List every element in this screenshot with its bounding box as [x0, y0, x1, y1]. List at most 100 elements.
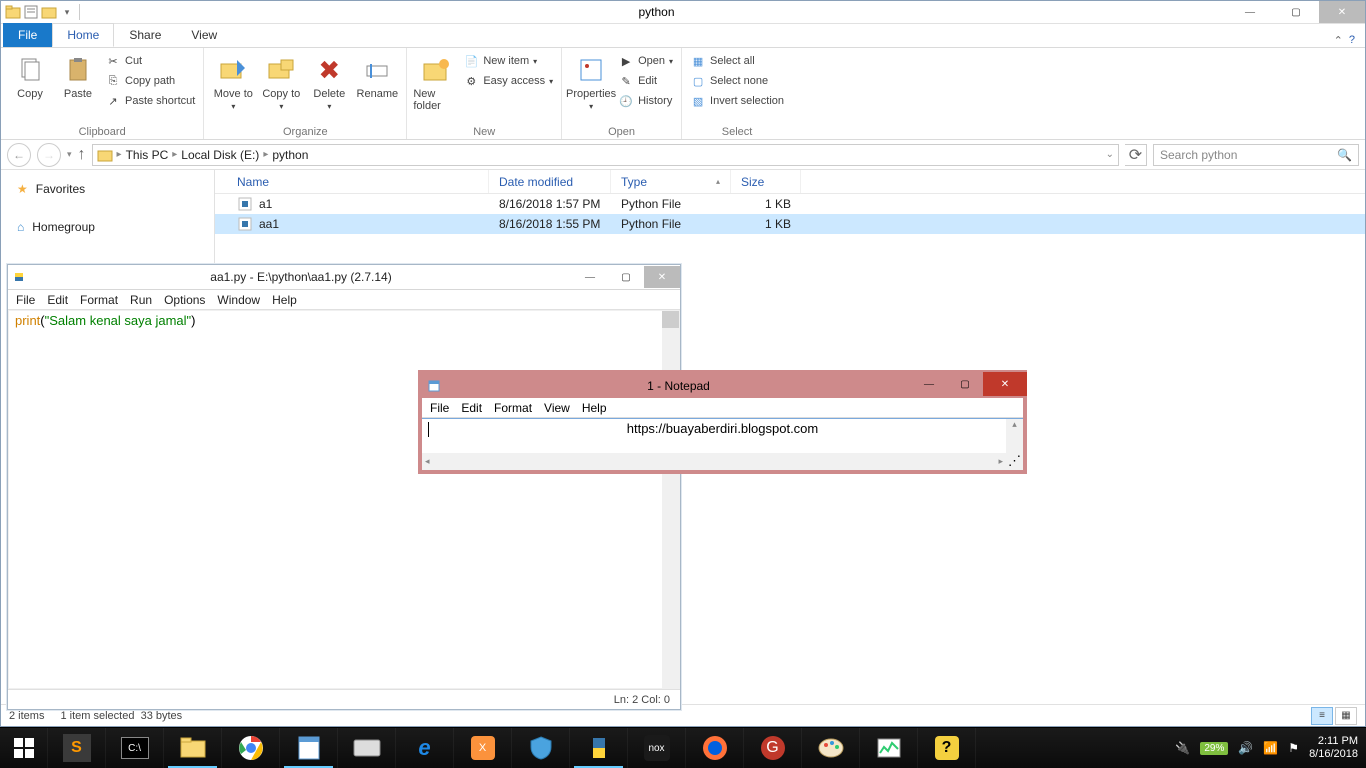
properties-icon[interactable] — [23, 4, 39, 20]
menu-edit[interactable]: Edit — [461, 401, 482, 415]
sidebar-item-favorites[interactable]: ★Favorites — [1, 178, 214, 200]
taskbar-app-garena[interactable]: G — [744, 728, 802, 768]
new-folder-button[interactable]: New folder — [413, 50, 459, 112]
file-row[interactable]: a1 8/16/2018 1:57 PM Python File 1 KB — [215, 194, 1365, 214]
resize-grip[interactable]: ⋰ — [1006, 453, 1023, 470]
chevron-right-icon[interactable]: ▸ — [117, 149, 122, 160]
chevron-down-icon[interactable]: ⌄ — [1106, 149, 1114, 160]
scrollbar-vertical[interactable] — [662, 311, 679, 688]
column-size[interactable]: Size — [731, 170, 801, 193]
tab-share[interactable]: Share — [114, 23, 176, 47]
maximize-button[interactable]: ▢ — [608, 266, 644, 288]
taskbar-app-xampp[interactable]: X — [454, 728, 512, 768]
taskbar-app-firefox[interactable] — [686, 728, 744, 768]
taskbar-app-nox[interactable]: nox — [628, 728, 686, 768]
back-button[interactable]: ← — [7, 143, 31, 167]
close-button[interactable]: ✕ — [983, 372, 1027, 396]
tab-view[interactable]: View — [176, 23, 232, 47]
taskbar-app-cmd[interactable]: C:\ — [106, 728, 164, 768]
taskbar-app-notepad[interactable] — [280, 728, 338, 768]
start-button[interactable] — [0, 728, 48, 768]
taskbar-app-python[interactable] — [570, 728, 628, 768]
move-to-button[interactable]: Move to▾ — [210, 50, 256, 111]
scrollbar-vertical[interactable]: ▴ — [1006, 419, 1023, 453]
menu-file[interactable]: File — [16, 293, 35, 307]
column-name[interactable]: Name — [227, 170, 489, 193]
rename-button[interactable]: Rename — [354, 50, 400, 100]
taskbar-app-sublime[interactable]: S — [48, 728, 106, 768]
minimize-button[interactable]: — — [911, 372, 947, 396]
refresh-button[interactable]: ⟳ — [1125, 144, 1147, 166]
close-button[interactable]: ✕ — [644, 266, 680, 288]
sidebar-item-homegroup[interactable]: ⌂Homegroup — [1, 216, 214, 238]
edit-button[interactable]: ✎Edit — [616, 72, 675, 90]
minimize-button[interactable]: — — [572, 266, 608, 288]
taskbar-app-taskmanager[interactable] — [860, 728, 918, 768]
menu-file[interactable]: File — [430, 401, 449, 415]
paste-shortcut-button[interactable]: ↗Paste shortcut — [103, 92, 197, 110]
easy-access-button[interactable]: ⚙Easy access▾ — [461, 72, 555, 90]
breadcrumb-segment[interactable]: python — [272, 148, 308, 162]
power-icon[interactable]: 🔌 — [1175, 741, 1190, 755]
dropdown-icon[interactable]: ▾ — [59, 4, 75, 20]
history-button[interactable]: 🕘History — [616, 92, 675, 110]
network-icon[interactable]: 📶 — [1263, 741, 1278, 755]
new-item-button[interactable]: 📄New item▾ — [461, 52, 555, 70]
menu-window[interactable]: Window — [217, 293, 260, 307]
clock[interactable]: 2:11 PM 8/16/2018 — [1309, 735, 1358, 761]
taskbar-app-help[interactable]: ? — [918, 728, 976, 768]
menu-edit[interactable]: Edit — [47, 293, 68, 307]
column-date[interactable]: Date modified — [489, 170, 611, 193]
icons-view-button[interactable]: ▦ — [1335, 707, 1357, 725]
maximize-button[interactable]: ▢ — [947, 372, 983, 396]
flag-icon[interactable]: ⚑ — [1288, 741, 1299, 755]
recent-dropdown-icon[interactable]: ▾ — [67, 149, 72, 160]
taskbar-app-defender[interactable] — [512, 728, 570, 768]
menu-options[interactable]: Options — [164, 293, 205, 307]
volume-icon[interactable]: 🔊 — [1238, 741, 1253, 755]
taskbar-app-chrome[interactable] — [222, 728, 280, 768]
up-button[interactable]: ↑ — [78, 146, 86, 164]
delete-button[interactable]: ✖Delete▾ — [306, 50, 352, 111]
minimize-button[interactable]: — — [1227, 1, 1273, 23]
scrollbar-thumb[interactable] — [662, 311, 679, 328]
select-all-button[interactable]: ▦Select all — [688, 52, 786, 70]
properties-button[interactable]: Properties▾ — [568, 50, 614, 111]
taskbar-app-paint[interactable] — [802, 728, 860, 768]
ribbon-collapse-icon[interactable]: ⌃ — [1334, 34, 1343, 47]
close-button[interactable]: ✕ — [1319, 1, 1365, 23]
chevron-right-icon[interactable]: ▸ — [172, 149, 177, 160]
cut-button[interactable]: ✂Cut — [103, 52, 197, 70]
copy-path-button[interactable]: ⎘Copy path — [103, 72, 197, 90]
maximize-button[interactable]: ▢ — [1273, 1, 1319, 23]
taskbar-app-keyboard[interactable] — [338, 728, 396, 768]
taskbar-app-explorer[interactable] — [164, 728, 222, 768]
taskbar-app-ie[interactable]: e — [396, 728, 454, 768]
menu-help[interactable]: Help — [272, 293, 297, 307]
search-input[interactable]: Search python 🔍 — [1153, 144, 1359, 166]
tab-file[interactable]: File — [3, 23, 52, 47]
breadcrumb-segment[interactable]: This PC — [126, 148, 169, 162]
breadcrumb-segment[interactable]: Local Disk (E:) — [181, 148, 259, 162]
notepad-titlebar[interactable]: 1 - Notepad — ▢ ✕ — [422, 374, 1023, 398]
invert-selection-button[interactable]: ▧Invert selection — [688, 92, 786, 110]
open-button[interactable]: ▶Open▾ — [616, 52, 675, 70]
menu-run[interactable]: Run — [130, 293, 152, 307]
chevron-right-icon[interactable]: ▸ — [263, 149, 268, 160]
breadcrumb[interactable]: ▸ This PC ▸ Local Disk (E:) ▸ python ⌄ — [92, 144, 1119, 166]
paste-button[interactable]: Paste — [55, 50, 101, 100]
column-type[interactable]: Type▴ — [611, 170, 731, 193]
notepad-text-area[interactable]: https://buayaberdiri.blogspot.com ▴ ◂▸ ⋰ — [422, 418, 1023, 470]
forward-button[interactable]: → — [37, 143, 61, 167]
menu-format[interactable]: Format — [494, 401, 532, 415]
copy-button[interactable]: Copy — [7, 50, 53, 100]
idle-titlebar[interactable]: aa1.py - E:\python\aa1.py (2.7.14) — ▢ ✕ — [8, 265, 680, 290]
folder-icon[interactable] — [41, 4, 57, 20]
battery-indicator[interactable]: 29% — [1200, 742, 1228, 755]
copy-to-button[interactable]: Copy to▾ — [258, 50, 304, 111]
menu-view[interactable]: View — [544, 401, 570, 415]
help-icon[interactable]: ? — [1349, 34, 1355, 47]
explorer-titlebar[interactable]: ▾ python — ▢ ✕ — [1, 1, 1365, 24]
file-row[interactable]: aa1 8/16/2018 1:55 PM Python File 1 KB — [215, 214, 1365, 234]
scrollbar-horizontal[interactable]: ◂▸ — [422, 453, 1006, 470]
